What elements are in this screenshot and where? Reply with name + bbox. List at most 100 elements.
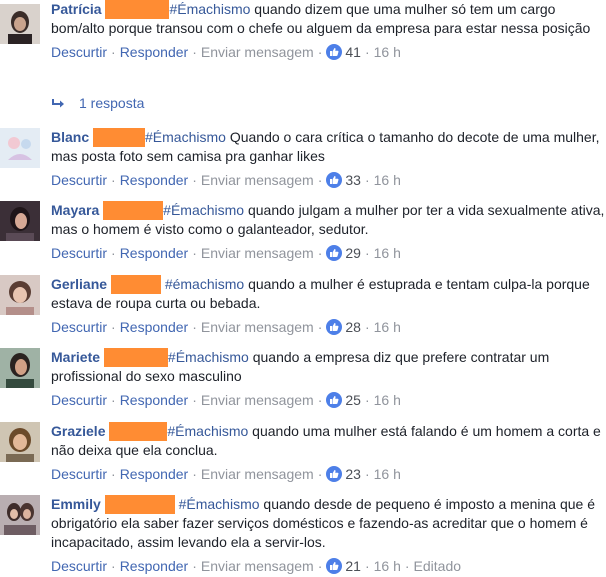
send-message-button[interactable]: Enviar mensagem — [201, 44, 314, 60]
separator: · — [192, 319, 197, 335]
reply-button[interactable]: Responder — [120, 245, 189, 261]
timestamp[interactable]: 16 h — [374, 172, 401, 188]
separator: · — [192, 392, 197, 408]
send-message-button[interactable]: Enviar mensagem — [201, 392, 314, 408]
unlike-button[interactable]: Descurtir — [51, 319, 107, 335]
unlike-button[interactable]: Descurtir — [51, 392, 107, 408]
hashtag-link[interactable]: #Émachismo — [167, 423, 248, 439]
like-icon[interactable] — [326, 466, 343, 482]
comment-text: Patrícia #Émachismo quando dizem que uma… — [51, 0, 606, 38]
timestamp[interactable]: 16 h — [374, 558, 401, 574]
timestamp[interactable]: 16 h — [374, 245, 401, 261]
comment-actions: Descurtir · Responder · Enviar mensagem · 25 · 1… — [51, 391, 606, 410]
redacted-name — [109, 422, 168, 441]
reply-button[interactable]: Responder — [120, 466, 189, 482]
avatar[interactable] — [0, 201, 40, 241]
separator: · — [317, 466, 323, 482]
hashtag-link[interactable]: #Émachismo — [163, 202, 244, 218]
reply-button[interactable]: Responder — [120, 172, 189, 188]
separator: · — [404, 558, 410, 574]
avatar[interactable] — [0, 275, 40, 315]
avatar[interactable] — [0, 422, 40, 462]
send-message-button[interactable]: Enviar mensagem — [201, 319, 314, 335]
separator: · — [192, 245, 197, 261]
comment-text: Emmily #Émachismo quando desde de pequen… — [51, 495, 606, 552]
redacted-name — [103, 348, 168, 367]
timestamp[interactable]: 16 h — [374, 392, 401, 408]
reply-button[interactable]: Responder — [120, 558, 189, 574]
unlike-button[interactable]: Descurtir — [51, 245, 107, 261]
separator: · — [364, 558, 370, 574]
hashtag-link[interactable]: #Émachismo — [145, 129, 226, 145]
like-count[interactable]: 41 — [345, 44, 361, 60]
like-icon[interactable] — [326, 245, 343, 261]
comment-actions: Descurtir · Responder · Enviar mensagem · 33 · 1… — [51, 171, 606, 190]
comment-text: Mariete #Émachismo quando a empresa diz … — [51, 348, 606, 386]
like-icon[interactable] — [326, 392, 343, 408]
timestamp[interactable]: 16 h — [374, 44, 401, 60]
author-name[interactable]: Gerliane — [51, 276, 107, 292]
separator: · — [192, 44, 197, 60]
unlike-button[interactable]: Descurtir — [51, 172, 107, 188]
separator: · — [192, 172, 197, 188]
like-icon[interactable] — [326, 319, 343, 335]
like-icon[interactable] — [326, 558, 343, 574]
separator: · — [111, 392, 116, 408]
send-message-button[interactable]: Enviar mensagem — [201, 558, 314, 574]
like-count[interactable]: 25 — [345, 392, 361, 408]
timestamp[interactable]: 16 h — [374, 319, 401, 335]
like-count[interactable]: 28 — [345, 319, 361, 335]
redacted-name — [103, 201, 164, 220]
avatar[interactable] — [0, 128, 40, 168]
comment-actions: Descurtir · Responder · Enviar mensagem · 28 · 1… — [51, 318, 606, 337]
separator: · — [317, 558, 323, 574]
reply-button[interactable]: Responder — [120, 392, 189, 408]
author-name[interactable]: Graziele — [51, 423, 105, 439]
separator: · — [111, 44, 116, 60]
comment-text: Mayara #Émachismo quando julgam a mulher… — [51, 201, 606, 239]
redacted-name — [104, 495, 175, 514]
hashtag-link[interactable]: #Émachismo — [168, 349, 249, 365]
reply-button[interactable]: Responder — [120, 319, 189, 335]
separator: · — [111, 172, 116, 188]
author-name[interactable]: Blanc — [51, 129, 89, 145]
send-message-button[interactable]: Enviar mensagem — [201, 172, 314, 188]
view-replies-link[interactable]: 1 resposta — [51, 94, 144, 113]
hashtag-link[interactable]: #émachismo — [165, 276, 244, 292]
separator: · — [364, 245, 370, 261]
separator: · — [317, 245, 323, 261]
send-message-button[interactable]: Enviar mensagem — [201, 245, 314, 261]
author-name[interactable]: Patrícia — [51, 1, 102, 17]
separator: · — [364, 392, 370, 408]
separator: · — [364, 466, 370, 482]
reply-count[interactable]: 1 resposta — [79, 95, 144, 111]
avatar[interactable] — [0, 495, 40, 535]
unlike-button[interactable]: Descurtir — [51, 44, 107, 60]
separator: · — [317, 392, 323, 408]
avatar[interactable] — [0, 4, 40, 44]
separator: · — [111, 558, 116, 574]
comment-text: Blanc #Émachismo Quando o cara crítica o… — [51, 128, 606, 166]
separator: · — [364, 172, 370, 188]
like-count[interactable]: 23 — [345, 466, 361, 482]
like-count[interactable]: 29 — [345, 245, 361, 261]
reply-button[interactable]: Responder — [120, 44, 189, 60]
like-count[interactable]: 21 — [345, 558, 361, 574]
timestamp[interactable]: 16 h — [374, 466, 401, 482]
separator: · — [317, 319, 323, 335]
send-message-button[interactable]: Enviar mensagem — [201, 466, 314, 482]
hashtag-link[interactable]: #Émachismo — [179, 496, 260, 512]
like-icon[interactable] — [326, 44, 343, 60]
hashtag-link[interactable]: #Émachismo — [169, 1, 250, 17]
author-name[interactable]: Mariete — [51, 349, 100, 365]
author-name[interactable]: Emmily — [51, 496, 101, 512]
like-count[interactable]: 33 — [345, 172, 361, 188]
like-icon[interactable] — [326, 172, 343, 188]
edited-label[interactable]: Editado — [414, 558, 461, 574]
avatar[interactable] — [0, 348, 40, 388]
separator: · — [192, 466, 197, 482]
author-name[interactable]: Mayara — [51, 202, 99, 218]
unlike-button[interactable]: Descurtir — [51, 466, 107, 482]
comment-actions: Descurtir · Responder · Enviar mensagem · 29 · 1… — [51, 244, 606, 263]
unlike-button[interactable]: Descurtir — [51, 558, 107, 574]
